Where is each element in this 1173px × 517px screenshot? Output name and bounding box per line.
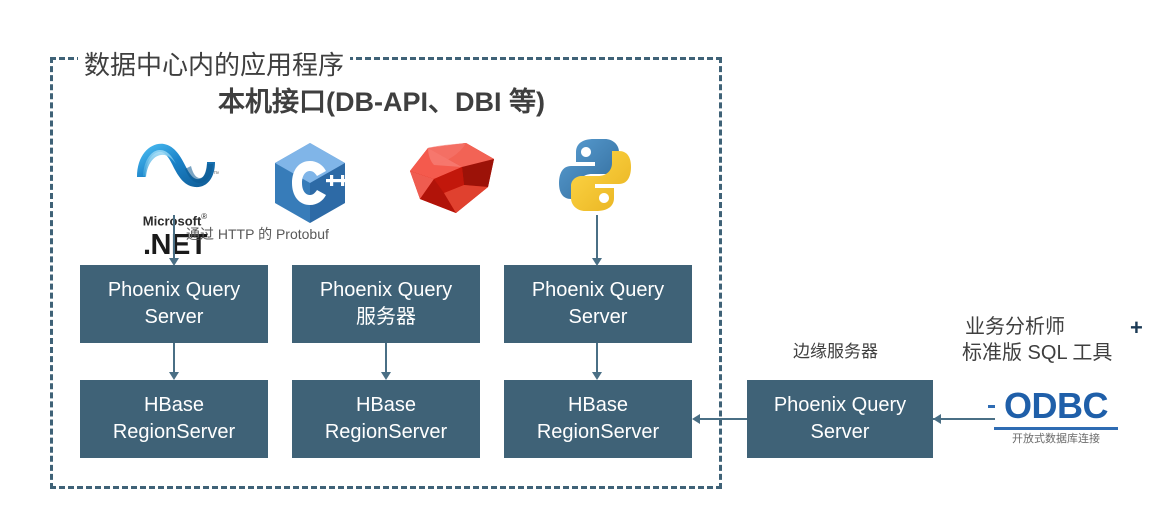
svg-text:™: ™ — [213, 171, 219, 178]
connector-edge-to-rs3 — [700, 418, 747, 420]
rs3-line1: HBase — [567, 394, 628, 416]
hbase-regionserver-box-3[interactable]: HBase RegionServer — [504, 380, 692, 458]
cplusplus-logo — [271, 141, 349, 225]
odbc-underline-rule — [994, 427, 1118, 430]
diagram-canvas: 数据中心内的应用程序 本机接口(DB-API、DBI 等) ™ Mi — [0, 0, 1173, 517]
connector-python-to-pqs3 — [596, 215, 598, 260]
pqs2-line2: 服务器 — [355, 306, 416, 328]
arrowhead-edge-to-rs3 — [692, 414, 700, 424]
connector-odbc-to-edge — [933, 418, 995, 420]
phoenix-query-server-box-2[interactable]: Phoenix Query 服务器 — [292, 265, 480, 343]
business-analyst-label: 业务分析师 — [965, 316, 1065, 338]
protobuf-over-http-label: 通过 HTTP 的 Protobuf — [186, 226, 329, 242]
arrowhead-odbc-to-edge — [933, 414, 941, 424]
rs1-line1: HBase — [143, 394, 204, 416]
arrowhead-pqs2-to-rs2 — [381, 372, 391, 380]
odbc-logo: ODBC 开放式数据库连接 — [994, 386, 1118, 446]
odbc-wordmark: ODBC — [1004, 385, 1109, 426]
edge-phoenix-query-server-box[interactable]: Phoenix Query Server — [747, 380, 933, 458]
python-logo — [557, 136, 633, 214]
dotnet-registered-mark: ® — [201, 212, 208, 221]
ruby-logo — [404, 141, 499, 215]
standard-sql-tool-label: 标准版 SQL 工具 — [962, 342, 1113, 364]
rs2-line2: RegionServer — [324, 421, 448, 443]
hbase-regionserver-box-1[interactable]: HBase RegionServer — [80, 380, 268, 458]
datacenter-title: 数据中心内的应用程序 — [78, 48, 351, 82]
connector-pqs2-to-rs2 — [385, 343, 387, 374]
hbase-regionserver-box-2[interactable]: HBase RegionServer — [292, 380, 480, 458]
rs3-line2: RegionServer — [536, 421, 660, 443]
edge-server-label: 边缘服务器 — [793, 342, 878, 361]
edge-pqs-line1: Phoenix Query — [773, 394, 907, 416]
plus-sign-label: + — [1130, 315, 1143, 340]
pqs2-line1: Phoenix Query — [319, 279, 453, 301]
phoenix-query-server-box-3[interactable]: Phoenix Query Server — [504, 265, 692, 343]
native-interface-title: 本机接口(DB-API、DBI 等) — [218, 87, 545, 117]
rs1-line2: RegionServer — [112, 421, 236, 443]
pqs3-line1: Phoenix Query — [531, 279, 665, 301]
edge-pqs-line2: Server — [810, 421, 870, 443]
pqs1-line1: Phoenix Query — [107, 279, 241, 301]
connector-pqs3-to-rs3 — [596, 343, 598, 374]
pqs3-line2: Server — [568, 306, 628, 328]
phoenix-query-server-box-1[interactable]: Phoenix Query Server — [80, 265, 268, 343]
odbc-subtitle: 开放式数据库连接 — [1012, 433, 1100, 445]
connector-pqs1-to-rs1 — [173, 343, 175, 374]
pqs1-line2: Server — [144, 306, 204, 328]
arrowhead-pqs3-to-rs3 — [592, 372, 602, 380]
rs2-line1: HBase — [355, 394, 416, 416]
arrowhead-pqs1-to-rs1 — [169, 372, 179, 380]
connector-dotnet-to-pqs1 — [173, 215, 175, 260]
